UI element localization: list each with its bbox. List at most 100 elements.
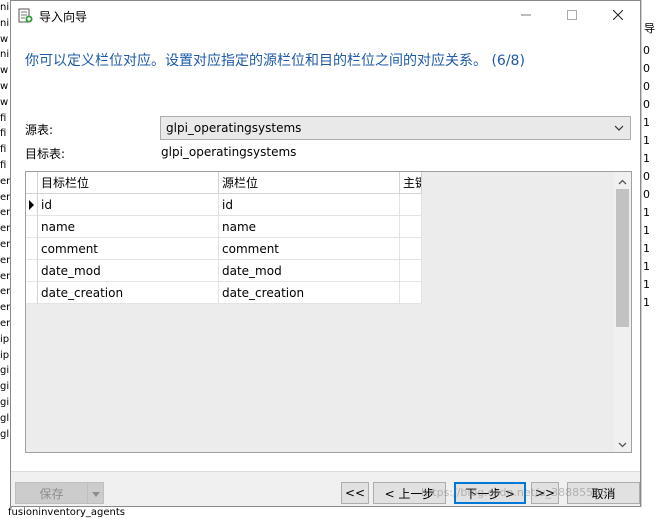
target-field-cell[interactable]: date_creation <box>38 282 219 304</box>
target-field-cell[interactable]: comment <box>38 238 219 260</box>
target-field-cell[interactable]: date_mod <box>38 260 219 282</box>
background-left-item: fi <box>0 144 7 156</box>
close-icon <box>612 9 624 23</box>
background-left-item: ip <box>0 333 10 345</box>
source-table-value: glpi_operatingsystems <box>166 121 302 135</box>
column-header-source[interactable]: 源栏位 <box>219 172 400 194</box>
import-wizard-dialog: 导入向导 你可以定义栏位对应。设置对应指定的源栏位和目的栏位之间的对应关系。 (… <box>10 0 641 507</box>
table-row-header[interactable] <box>26 282 38 304</box>
background-left-item: er <box>0 175 10 187</box>
background-right-item: 1 <box>643 152 650 165</box>
background-right-item: 0 <box>643 188 650 201</box>
background-left-item: er <box>0 302 10 314</box>
primary-key-cell[interactable] <box>400 260 422 282</box>
close-button[interactable] <box>595 1 641 31</box>
background-left-item: er <box>0 286 10 298</box>
field-mapping-grid[interactable]: 目标栏位 源栏位 主键 ididnamenamecommentcommentda… <box>25 171 632 453</box>
title-bar[interactable]: 导入向导 <box>11 1 640 31</box>
target-table-label: 目标表: <box>25 147 66 161</box>
background-left-item: ni <box>0 49 10 61</box>
background-left-item: gl <box>0 412 10 424</box>
background-left-item: fi <box>0 128 7 140</box>
background-left-item: w <box>0 65 9 77</box>
background-left-item: er <box>0 207 10 219</box>
background-right-item: 1 <box>643 224 650 237</box>
primary-key-cell[interactable] <box>400 238 422 260</box>
background-right-item: 0 <box>643 170 650 183</box>
import-wizard-icon <box>17 8 33 24</box>
table-row-header[interactable] <box>26 216 38 238</box>
background-left-item: er <box>0 223 10 235</box>
primary-key-cell[interactable] <box>400 282 422 304</box>
target-table-value: glpi_operatingsystems <box>161 145 297 159</box>
background-left-item: er <box>0 270 10 282</box>
column-header-target[interactable]: 目标栏位 <box>38 172 219 194</box>
target-field-cell[interactable]: name <box>38 216 219 238</box>
background-left-item: er <box>0 238 10 250</box>
background-right-item: 1 <box>643 242 650 255</box>
primary-key-cell[interactable] <box>400 216 422 238</box>
background-left-item: er <box>0 254 10 266</box>
scroll-up-icon <box>618 174 627 188</box>
table-row-header[interactable] <box>26 260 38 282</box>
background-left-item: gl <box>0 428 10 440</box>
background-left-item: ip <box>0 349 10 361</box>
source-field-cell[interactable]: comment <box>219 238 400 260</box>
background-bottom-text: fusioninventory_agents <box>8 507 125 518</box>
scroll-down-icon <box>618 437 627 451</box>
background-right-list: 导 0 0 0 0 1 1 1 0 0 1 1 1 1 1 1 <box>641 0 656 519</box>
background-right-item: 0 <box>643 80 650 93</box>
save-button[interactable]: 保存 <box>15 482 88 504</box>
primary-key-cell[interactable] <box>400 194 422 216</box>
source-field-cell[interactable]: id <box>219 194 400 216</box>
background-left-item: w <box>0 96 9 108</box>
maximize-button[interactable] <box>549 1 595 31</box>
grid-vertical-scrollbar[interactable] <box>614 172 631 452</box>
background-left-item: w <box>0 80 9 92</box>
scroll-up-button[interactable] <box>614 172 631 189</box>
background-left-item: fi <box>0 159 7 171</box>
background-left-list: ni ni w ni w w w fi fi fi fi er er er er er er er er er er ip… <box>0 0 10 519</box>
background-left-item: gi <box>0 365 10 377</box>
scroll-thumb[interactable] <box>616 189 629 327</box>
background-left-item: gi <box>0 396 10 408</box>
window-title: 导入向导 <box>39 10 88 24</box>
row-header-corner <box>26 172 38 194</box>
table-row-header[interactable] <box>26 238 38 260</box>
background-right-item: 0 <box>643 62 650 75</box>
save-dropdown-button[interactable] <box>87 482 104 504</box>
background-right-item: 1 <box>643 116 650 129</box>
background-right-item: 0 <box>643 98 650 111</box>
minimize-icon <box>521 9 531 23</box>
background-right-header: 导 <box>644 22 655 35</box>
background-right-item: 1 <box>643 206 650 219</box>
background-left-item: gi <box>0 381 10 393</box>
column-header-primary-key[interactable]: 主键 <box>400 172 422 194</box>
background-bottom-row: fusioninventory_agents <box>0 507 656 519</box>
source-field-cell[interactable]: date_creation <box>219 282 400 304</box>
source-field-cell[interactable]: date_mod <box>219 260 400 282</box>
table-row-header[interactable] <box>26 194 38 216</box>
background-left-item: er <box>0 317 10 329</box>
row-pointer-icon <box>29 200 34 210</box>
scroll-down-button[interactable] <box>614 435 631 452</box>
source-table-label: 源表: <box>25 123 54 137</box>
background-right-item: 1 <box>643 134 650 147</box>
step-heading: 你可以定义栏位对应。设置对应指定的源栏位和目的栏位之间的对应关系。 (6/8) <box>25 53 525 69</box>
background-right-item: 1 <box>643 296 650 309</box>
background-right-item: 0 <box>643 44 650 57</box>
background-left-item: er <box>0 191 10 203</box>
minimize-button[interactable] <box>503 1 549 31</box>
target-field-cell[interactable]: id <box>38 194 219 216</box>
source-table-select[interactable]: glpi_operatingsystems <box>160 116 631 140</box>
background-left-item: ni <box>0 2 10 13</box>
watermark-text: https://blog.csdn.net/u_38885588 <box>421 486 608 499</box>
chevron-down-icon <box>91 486 100 500</box>
background-left-item: w <box>0 33 9 45</box>
source-field-cell[interactable]: name <box>219 216 400 238</box>
background-right-item: 1 <box>643 278 650 291</box>
grid-content: 目标栏位 源栏位 主键 ididnamenamecommentcommentda… <box>26 172 422 304</box>
first-step-button[interactable]: << <box>341 482 369 504</box>
background-left-item: fi <box>0 112 7 124</box>
maximize-icon <box>567 9 577 23</box>
